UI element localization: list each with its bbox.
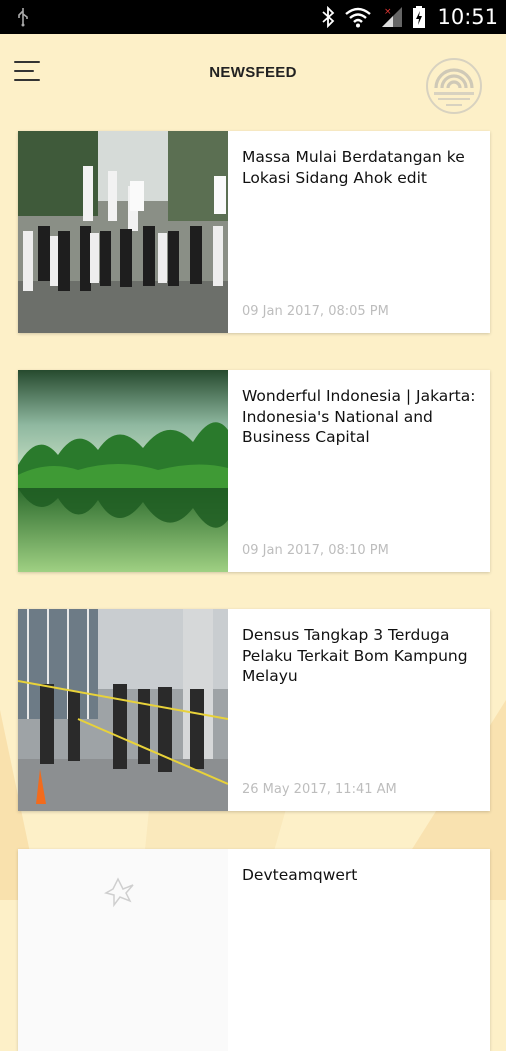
news-title: Wonderful Indonesia | Jakarta: Indonesia… (242, 387, 476, 446)
news-card[interactable]: Wonderful Indonesia | Jakarta: Indonesia… (18, 370, 490, 572)
news-card[interactable]: Massa Mulai Berdatangan ke Lokasi Sidang… (18, 131, 490, 333)
news-date: 26 May 2017, 11:41 AM (242, 782, 397, 797)
news-card[interactable]: Devteamqwert (18, 849, 490, 1051)
status-bar: × 10:51 (0, 0, 506, 34)
bluetooth-icon (322, 6, 335, 28)
wifi-logo-icon (426, 58, 482, 114)
news-title: Densus Tangkap 3 Terduga Pelaku Terkait … (242, 626, 468, 685)
app-bar: NEWSFEED (0, 34, 506, 114)
news-date: 09 Jan 2017, 08:10 PM (242, 543, 389, 558)
news-thumbnail-image (18, 131, 228, 333)
battery-icon (413, 6, 426, 28)
status-time: 10:51 (437, 5, 498, 29)
news-title: Massa Mulai Berdatangan ke Lokasi Sidang… (242, 148, 465, 187)
news-card[interactable]: Densus Tangkap 3 Terduga Pelaku Terkait … (18, 609, 490, 811)
news-thumbnail-image (18, 849, 228, 1051)
news-thumbnail-image (18, 370, 228, 572)
svg-text:×: × (384, 7, 392, 17)
signal-icon: × (382, 7, 403, 27)
wifi-icon (345, 7, 372, 28)
usb-icon (18, 8, 28, 27)
news-thumbnail-image (18, 609, 228, 811)
news-title: Devteamqwert (242, 866, 358, 884)
news-date: 09 Jan 2017, 08:05 PM (242, 304, 389, 319)
